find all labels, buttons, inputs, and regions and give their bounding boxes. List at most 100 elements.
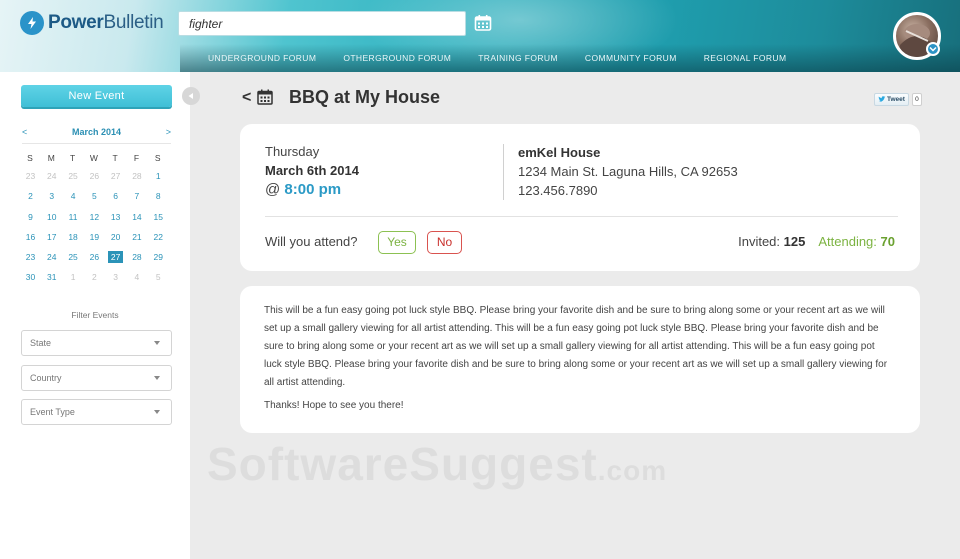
weekday-label: T: [69, 153, 76, 163]
search-input[interactable]: [178, 11, 466, 36]
calendar-day[interactable]: 10: [44, 211, 59, 223]
calendar-day[interactable]: 31: [44, 271, 59, 283]
weekday-label: F: [133, 153, 140, 163]
event-time: 8:00 pm: [284, 181, 342, 198]
weekday-label: S: [154, 153, 161, 163]
attend-question: Will you attend?: [265, 234, 358, 249]
weekday-label: M: [47, 153, 55, 163]
event-description: This will be a fun easy going pot luck s…: [264, 305, 888, 388]
invited-count: 125: [783, 234, 806, 249]
calendar-day[interactable]: 8: [151, 190, 166, 202]
country-select[interactable]: Country: [21, 365, 172, 391]
watermark-main: SoftwareSuggest: [207, 438, 598, 490]
calendar-day[interactable]: 14: [129, 211, 144, 223]
calendar-day[interactable]: 4: [129, 271, 144, 283]
triangle-left-icon: [188, 93, 193, 99]
weekday-label: T: [112, 153, 118, 163]
weekday-label: W: [89, 153, 98, 163]
nav-community-forum[interactable]: COMMUNITY FORUM: [585, 53, 677, 63]
calendar-day[interactable]: 25: [66, 251, 81, 263]
calendar-day[interactable]: 5: [151, 271, 166, 283]
calendar-day[interactable]: 13: [108, 211, 123, 223]
collapse-sidebar-button[interactable]: [182, 87, 200, 105]
attend-no-button[interactable]: No: [427, 231, 462, 254]
event-time-row: @ 8:00 pm: [265, 181, 341, 198]
calendar-day[interactable]: 16: [23, 231, 38, 243]
calendar-day[interactable]: 24: [44, 170, 59, 182]
caret-down-icon: [154, 341, 160, 345]
event-closing: Thanks! Hope to see you there!: [264, 400, 404, 411]
calendar-day[interactable]: 18: [66, 231, 81, 243]
event-description-card: This will be a fun easy going pot luck s…: [240, 286, 920, 433]
details-divider: [503, 144, 504, 200]
attending-count: 70: [880, 234, 895, 249]
event-day: Thursday: [265, 144, 320, 159]
calendar-grid: 23 24 25 26 27 28 1 2 3 4 5 6 7 8 9 10 11 12 13 14 15 16 17 18 1…: [22, 170, 171, 292]
venue-name: emKel House: [518, 145, 601, 160]
tweet-button[interactable]: Tweet: [874, 93, 909, 106]
forum-nav: UNDERGROUND FORUM OTHERGROUND FORUM TRAI…: [208, 53, 813, 63]
calendar-day-selected[interactable]: 27: [108, 251, 124, 264]
calendar-divider: [22, 143, 171, 144]
calendar-day[interactable]: 2: [87, 271, 102, 283]
calendar-day[interactable]: 7: [129, 190, 144, 202]
calendar-day[interactable]: 25: [66, 170, 81, 182]
event-type-select[interactable]: Event Type: [21, 399, 172, 425]
calendar-day[interactable]: 1: [66, 271, 81, 283]
nav-otherground-forum[interactable]: OTHERGROUND FORUM: [343, 53, 451, 63]
calendar-day[interactable]: 24: [44, 251, 59, 263]
calendar-day[interactable]: 26: [87, 251, 102, 263]
calendar-icon: [257, 89, 273, 105]
page-title: BBQ at My House: [289, 87, 441, 107]
at-sign: @: [265, 181, 281, 198]
state-select[interactable]: State: [21, 330, 172, 356]
event-type-select-value: Event Type: [30, 407, 75, 417]
nav-training-forum[interactable]: TRAINING FORUM: [478, 53, 558, 63]
calendar-day[interactable]: 27: [108, 170, 123, 182]
calendar-day[interactable]: 9: [23, 211, 38, 223]
twitter-bird-icon: [878, 96, 886, 102]
calendar-header: < March 2014 >: [22, 127, 171, 137]
calendar-day[interactable]: 19: [87, 231, 102, 243]
calendar-day[interactable]: 17: [44, 231, 59, 243]
nav-underground-forum[interactable]: UNDERGROUND FORUM: [208, 53, 316, 63]
calendar-day[interactable]: 3: [44, 190, 59, 202]
nav-regional-forum[interactable]: REGIONAL FORUM: [704, 53, 787, 63]
calendar-day[interactable]: 22: [151, 231, 166, 243]
calendar-day[interactable]: 20: [108, 231, 123, 243]
top-header: PowerBulletin UNDERGROUND FORUM OTHERGRO…: [0, 0, 960, 72]
logo[interactable]: PowerBulletin: [20, 11, 164, 35]
calendar-day[interactable]: 4: [66, 190, 81, 202]
calendar-prev-button[interactable]: <: [22, 127, 27, 137]
calendar-day[interactable]: 21: [129, 231, 144, 243]
attend-yes-button[interactable]: Yes: [378, 231, 416, 254]
calendar-day[interactable]: 3: [108, 271, 123, 283]
calendar-day[interactable]: 30: [23, 271, 38, 283]
watermark: SoftwareSuggest.com: [207, 437, 667, 491]
calendar-day[interactable]: 12: [87, 211, 102, 223]
calendar-icon[interactable]: [474, 14, 492, 32]
back-button[interactable]: <: [242, 89, 251, 107]
calendar-day[interactable]: 2: [23, 190, 38, 202]
calendar-day[interactable]: 11: [66, 211, 81, 223]
event-details-card: Thursday March 6th 2014 @ 8:00 pm emKel …: [240, 124, 920, 271]
weekday-label: S: [27, 153, 33, 163]
calendar-day[interactable]: 28: [129, 170, 144, 182]
chevron-down-icon[interactable]: [926, 42, 940, 56]
calendar-day[interactable]: 5: [87, 190, 102, 202]
calendar-day[interactable]: 23: [23, 251, 38, 263]
calendar-day[interactable]: 6: [108, 190, 123, 202]
new-event-button[interactable]: New Event: [21, 85, 172, 107]
calendar-day[interactable]: 1: [151, 170, 166, 182]
calendar-day[interactable]: 26: [87, 170, 102, 182]
tweet-label: Tweet: [887, 96, 905, 103]
caret-down-icon: [154, 410, 160, 414]
calendar-day[interactable]: 28: [129, 251, 144, 263]
calendar-day[interactable]: 23: [23, 170, 38, 182]
calendar-next-button[interactable]: >: [166, 127, 171, 137]
calendar-day[interactable]: 15: [151, 211, 166, 223]
logo-text-light: Bulletin: [103, 12, 164, 33]
watermark-suffix: .com: [597, 455, 668, 486]
filter-events-title: Filter Events: [71, 310, 119, 320]
calendar-day[interactable]: 29: [151, 251, 166, 263]
